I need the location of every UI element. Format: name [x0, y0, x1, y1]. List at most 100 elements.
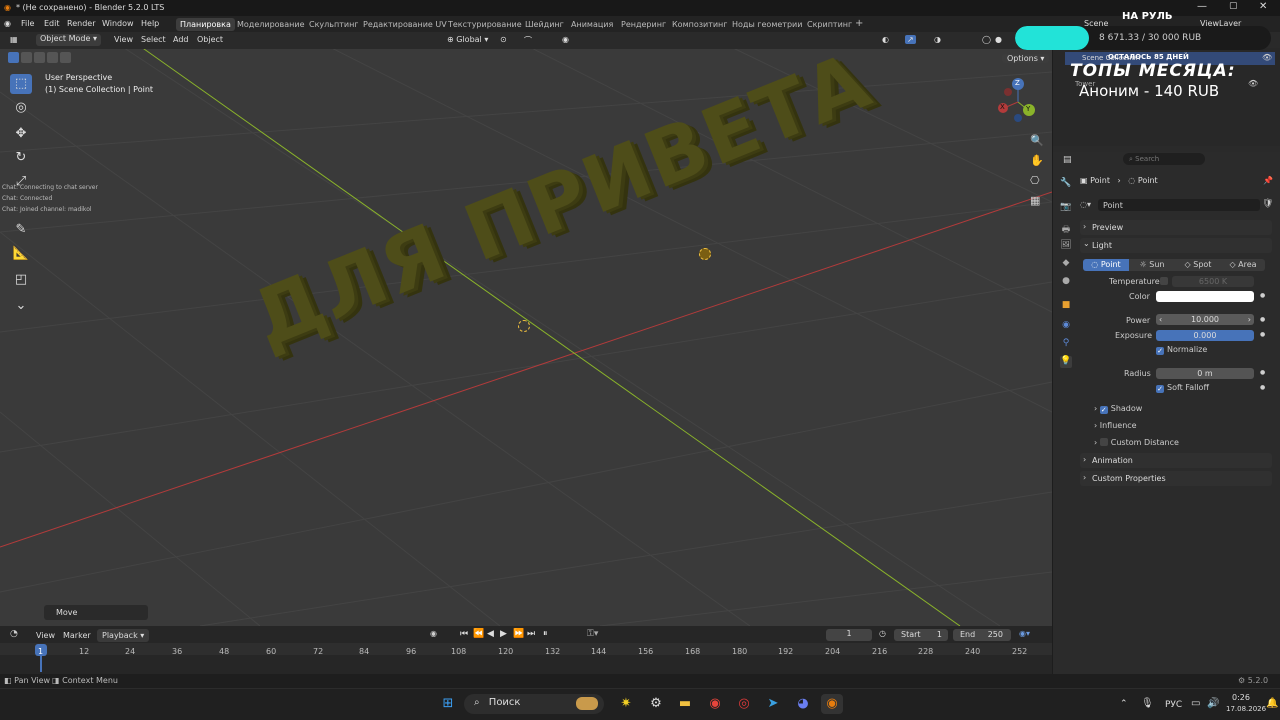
timeline-menu-marker[interactable]: Marker — [63, 631, 91, 640]
tab-shading[interactable]: Шейдинг — [521, 18, 568, 31]
close-icon[interactable]: ✕ — [1259, 1, 1267, 12]
jump-end-icon[interactable]: ⏭ — [527, 629, 535, 639]
shield-icon[interactable]: 🛡 — [1262, 199, 1273, 209]
menu-render[interactable]: Render — [67, 19, 95, 28]
temperature-checkbox[interactable] — [1160, 277, 1168, 285]
pan-hand-icon[interactable]: ✋ — [1030, 154, 1044, 167]
subpanel-custom-distance[interactable]: › Custom Distance — [1094, 438, 1179, 447]
select-intersect-icon[interactable] — [60, 52, 71, 63]
select-box-tool-icon[interactable]: ⬚ — [10, 74, 32, 94]
jump-start-icon[interactable]: ⏮ — [460, 629, 468, 639]
temperature-field[interactable]: 6500 K — [1172, 276, 1254, 287]
tab-sculpting[interactable]: Скульптинг — [305, 18, 363, 31]
render-tab-icon[interactable]: 📷 — [1060, 202, 1072, 214]
keyframe-dot-icon[interactable]: ● — [1260, 369, 1265, 376]
gizmo-toggle-icon[interactable]: ↗ — [905, 35, 916, 44]
visibility-icon[interactable]: ◐ — [882, 35, 889, 44]
tool-tab-icon[interactable]: 🔧 — [1060, 178, 1072, 190]
color-swatch[interactable] — [1156, 291, 1254, 302]
keyframe-dot-icon[interactable]: ● — [1260, 292, 1265, 299]
point-light-icon[interactable] — [518, 320, 530, 332]
tab-animation[interactable]: Анимация — [567, 18, 617, 31]
file-explorer-icon[interactable]: ▬ — [674, 694, 696, 714]
light-type-point[interactable]: ◌ Point — [1083, 259, 1129, 271]
panel-preview[interactable]: Preview — [1080, 220, 1272, 235]
overlay-toggle-icon[interactable]: ◑ — [934, 35, 941, 44]
tab-layout[interactable]: Планировка — [176, 18, 235, 31]
rotate-tool-icon[interactable]: ↻ — [10, 148, 32, 168]
eye-icon[interactable]: 👁 — [1248, 79, 1258, 88]
maximize-icon[interactable]: ▢ — [1229, 1, 1238, 11]
properties-search[interactable]: ⌕ Search — [1123, 153, 1205, 165]
menu-help[interactable]: Help — [141, 19, 159, 28]
blender-taskbar-icon[interactable]: ◉ — [821, 694, 843, 714]
scale-tool-icon[interactable]: ⤢ — [10, 172, 32, 192]
perspective-grid-icon[interactable]: ▦ — [1030, 194, 1040, 207]
shading-wireframe-icon[interactable]: ◯ — [982, 35, 991, 44]
menu-edit[interactable]: Edit — [44, 19, 60, 28]
timeline-menu-playback[interactable]: Playback ▾ — [97, 629, 150, 642]
opera-icon[interactable]: ◎ — [733, 694, 755, 714]
blender-menu-icon[interactable]: ◉ — [4, 19, 11, 28]
light-icon[interactable] — [699, 248, 711, 260]
chrome-icon[interactable]: ◉ — [704, 694, 726, 714]
editor-type-icon[interactable]: ▦ — [10, 35, 18, 44]
select-new-icon[interactable] — [8, 52, 19, 63]
physics-tab-icon[interactable]: ◉ — [1060, 320, 1072, 332]
menu-add[interactable]: Add — [173, 35, 189, 44]
tab-scripting[interactable]: Скриптинг — [803, 18, 856, 31]
view-layer-tab-icon[interactable]: 🖼 — [1060, 240, 1072, 252]
minimize-icon[interactable]: — — [1197, 1, 1207, 12]
stopwatch-icon[interactable]: ◷ — [879, 629, 886, 638]
panel-custom-properties[interactable]: Custom Properties — [1080, 471, 1272, 486]
light-type-spot[interactable]: ◇ Spot — [1175, 259, 1221, 271]
menu-object[interactable]: Object — [197, 35, 223, 44]
radius-field[interactable]: 0 m — [1156, 368, 1254, 379]
3d-viewport[interactable]: ДЛЯ ПРИВЕТА User Perspective (1) Scene C… — [0, 32, 1052, 626]
discord-icon[interactable]: ◕ — [792, 694, 814, 714]
keying-set-icon[interactable]: ⚿▾ — [587, 629, 598, 639]
notifications-icon[interactable]: 🔔 — [1266, 698, 1278, 709]
prev-keyframe-icon[interactable]: ⏪ — [473, 629, 484, 639]
shading-solid-icon[interactable]: ● — [995, 35, 1002, 44]
view-options-icon[interactable]: ◉▾ — [1019, 629, 1030, 638]
play-icon[interactable]: ▶ — [500, 629, 507, 639]
subpanel-shadow[interactable]: › ✓ Shadow — [1094, 404, 1142, 414]
current-frame-field[interactable]: 1 — [826, 629, 872, 641]
menu-window[interactable]: Window — [102, 19, 134, 28]
soft-falloff-checkbox[interactable]: ✓ Soft Falloff — [1156, 383, 1209, 393]
network-icon[interactable]: ▭ — [1191, 698, 1200, 709]
object-tab-icon[interactable]: ■ — [1060, 300, 1072, 312]
clock-icon[interactable]: ◔ — [10, 629, 18, 639]
tab-uv-editing[interactable]: Редактирование UV — [359, 18, 451, 31]
app-spark-icon[interactable]: ✷ — [615, 694, 637, 714]
next-keyframe-icon[interactable]: ⏩ — [513, 629, 524, 639]
camera-icon[interactable]: ⎔ — [1030, 174, 1040, 187]
proportional-edit-icon[interactable]: ◉ — [562, 35, 569, 44]
mode-dropdown[interactable]: Object Mode ▾ — [36, 34, 101, 46]
light-data-tab-icon[interactable]: 💡 — [1060, 356, 1072, 368]
tab-geometry-nodes[interactable]: Ноды геометрии — [728, 18, 806, 31]
options-dropdown[interactable]: Options ▾ — [1002, 54, 1050, 63]
tab-rendering[interactable]: Рендеринг — [617, 18, 670, 31]
select-invert-icon[interactable] — [47, 52, 58, 63]
menu-select[interactable]: Select — [141, 35, 166, 44]
measure-tool-icon[interactable]: 📐 — [10, 244, 32, 264]
timeline-menu-view[interactable]: View — [36, 631, 55, 640]
add-cube-tool-icon[interactable]: ◰ — [10, 270, 32, 290]
editor-type-icon[interactable]: ▤ — [1063, 155, 1072, 165]
menu-view[interactable]: View — [114, 35, 133, 44]
end-frame-field[interactable]: End 250 — [953, 629, 1011, 641]
decrement-icon[interactable]: ‹ — [1159, 314, 1162, 325]
cursor-tool-icon[interactable]: ◎ — [10, 98, 32, 118]
windows-start-icon[interactable]: ⊞ — [437, 694, 459, 714]
select-extend-icon[interactable] — [21, 52, 32, 63]
increment-icon[interactable]: › — [1248, 314, 1251, 325]
light-type-sun[interactable]: ☼ Sun — [1129, 259, 1175, 271]
keyframe-dot-icon[interactable]: ● — [1260, 316, 1265, 323]
navigation-gizmo[interactable]: Z Y X — [994, 72, 1042, 128]
clock-time[interactable]: 0:26 — [1226, 693, 1256, 702]
volume-icon[interactable]: 🔊 — [1207, 698, 1219, 709]
normalize-checkbox[interactable]: ✓ Normalize — [1156, 345, 1207, 355]
auto-keying-icon[interactable]: ⏸ — [543, 629, 548, 639]
